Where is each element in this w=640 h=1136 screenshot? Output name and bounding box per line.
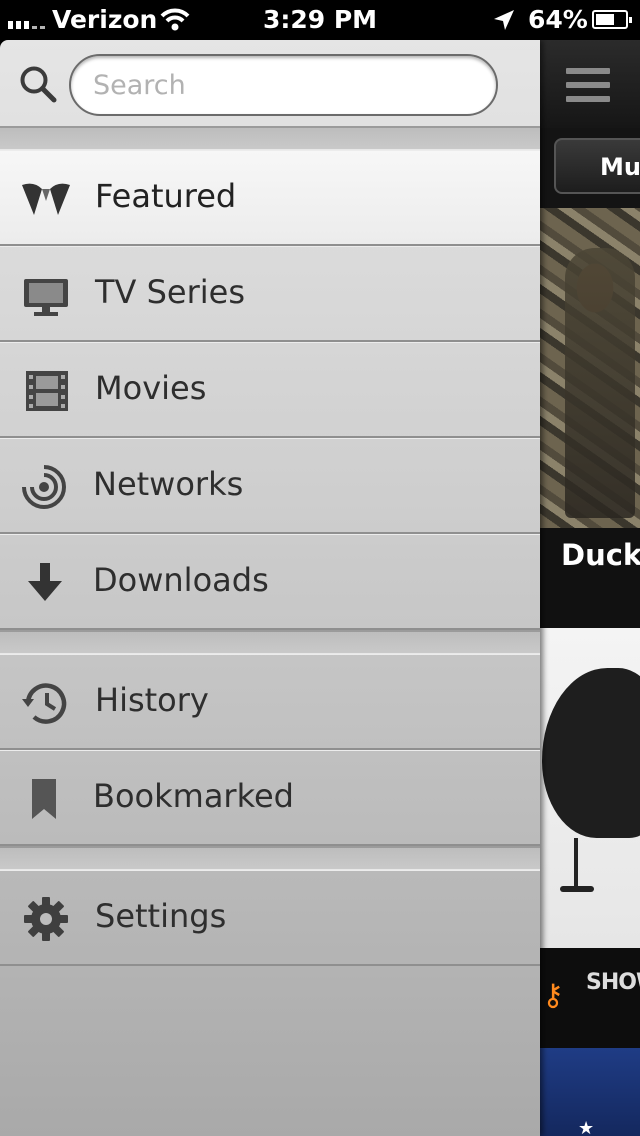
status-bar: Verizon 3:29 PM 64% [0, 0, 640, 40]
divider [0, 126, 540, 150]
bookmark-icon [32, 779, 56, 819]
menu-item-tv-series[interactable]: TV Series [0, 246, 540, 342]
key-icon: ⚷ [542, 978, 564, 1013]
menu-item-movies[interactable]: Movies [0, 342, 540, 438]
battery-icon [592, 10, 632, 29]
tv-icon [24, 279, 68, 316]
search-bar [0, 40, 540, 126]
search-icon [20, 66, 57, 103]
show-title: Duck [561, 538, 640, 572]
top-bar [540, 40, 640, 128]
featured-show-caption: Duck [540, 528, 640, 628]
menu-label: Bookmarked [93, 777, 294, 815]
featured-show-image[interactable] [540, 208, 640, 528]
menu-label: History [95, 681, 209, 719]
menu-label: Featured [95, 177, 237, 215]
network-logo: SHOWTI [586, 970, 640, 995]
menu-label: Movies [95, 369, 207, 407]
battery-percentage: 64% [528, 5, 588, 34]
menu-item-featured[interactable]: Featured [0, 150, 540, 246]
featured-show-image-2[interactable] [540, 628, 640, 948]
tab-music[interactable]: Music [554, 138, 640, 194]
location-arrow-icon [494, 10, 514, 30]
main-content-peek: Music Duck ⚷ SHOWTI ★ [540, 40, 640, 1136]
menu-label: Downloads [93, 561, 269, 599]
tab-label: Music [600, 153, 640, 181]
divider [0, 846, 540, 870]
search-input[interactable] [69, 54, 498, 116]
menu-item-networks[interactable]: Networks [0, 438, 540, 534]
menu-hamburger-icon[interactable] [566, 68, 610, 102]
menu-item-settings[interactable]: Settings [0, 870, 540, 966]
menu-label: Networks [93, 465, 244, 503]
broadcast-icon [22, 465, 66, 509]
download-arrow-icon [28, 563, 62, 601]
menu-item-history[interactable]: History [0, 654, 540, 750]
featured-icon [22, 183, 70, 215]
menu-label: Settings [95, 897, 227, 935]
film-icon [26, 371, 68, 411]
menu-label: TV Series [95, 273, 246, 311]
menu-item-downloads[interactable]: Downloads [0, 534, 540, 630]
gear-icon [24, 897, 68, 941]
network-strip: ⚷ SHOWTI [540, 948, 640, 1048]
menu-item-bookmarked[interactable]: Bookmarked [0, 750, 540, 846]
divider [0, 630, 540, 654]
history-clock-icon [22, 683, 67, 724]
side-menu-drawer: Featured TV Series Movies Netw [0, 40, 540, 1136]
featured-show-image-3[interactable]: ★ [540, 1048, 640, 1136]
